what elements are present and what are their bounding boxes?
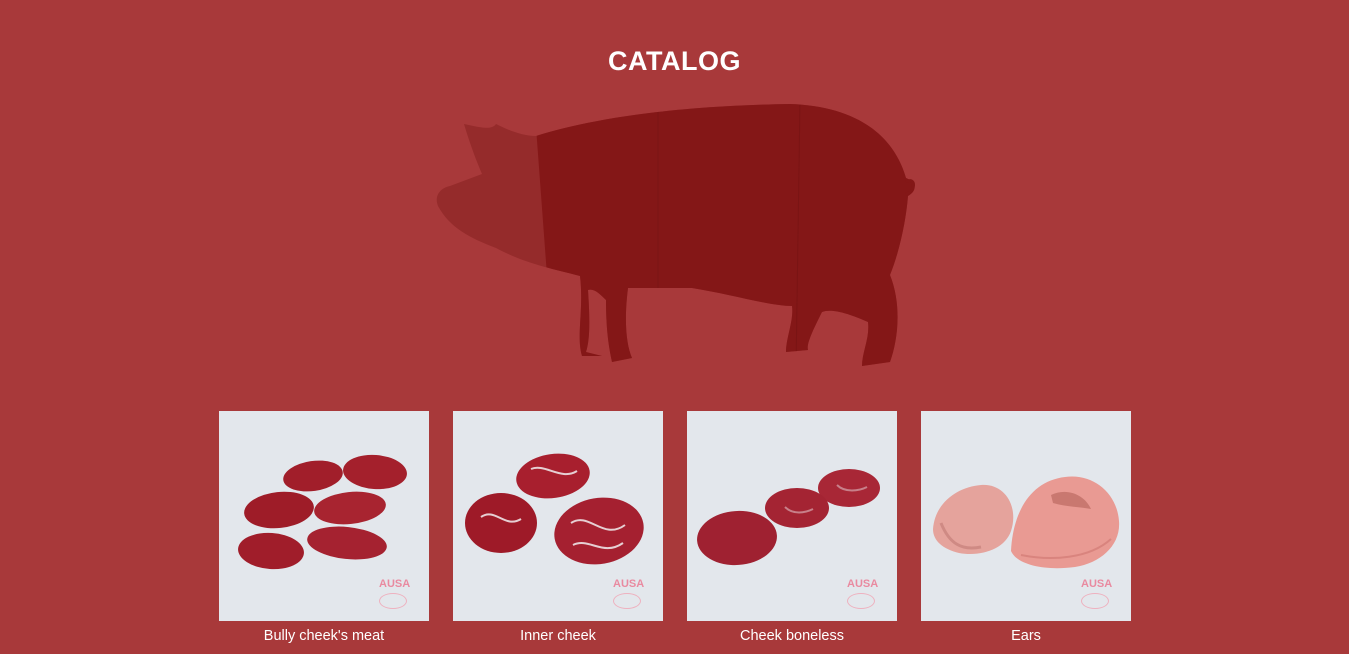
pig-cut-diagram bbox=[430, 100, 930, 370]
product-card-ears[interactable]: AUSA Ears bbox=[921, 411, 1131, 644]
brand-logo: AUSA bbox=[613, 577, 644, 613]
brand-logo: AUSA bbox=[847, 577, 878, 613]
pig-shoulder-cut[interactable] bbox=[534, 100, 658, 370]
product-name[interactable]: Cheek boneless bbox=[687, 628, 897, 644]
brand-logo: AUSA bbox=[1081, 577, 1112, 613]
inner-cheek-image[interactable]: AUSA bbox=[453, 411, 663, 621]
product-card-bully-cheek[interactable]: AUSA Bully cheek's meat bbox=[219, 411, 429, 644]
product-name[interactable]: Bully cheek's meat bbox=[219, 628, 429, 644]
ears-image[interactable]: AUSA bbox=[921, 411, 1131, 621]
page-title: CATALOG bbox=[608, 46, 741, 77]
product-grid: AUSA Bully cheek's meat AUSA Inner cheek bbox=[219, 411, 1131, 644]
pig-ham-cut[interactable] bbox=[796, 100, 930, 370]
product-name[interactable]: Ears bbox=[921, 628, 1131, 644]
product-name[interactable]: Inner cheek bbox=[453, 628, 663, 644]
cheek-boneless-image[interactable]: AUSA bbox=[687, 411, 897, 621]
brand-logo: AUSA bbox=[379, 577, 410, 613]
product-card-cheek-boneless[interactable]: AUSA Cheek boneless bbox=[687, 411, 897, 644]
cheek-meat-image[interactable]: AUSA bbox=[219, 411, 429, 621]
product-card-inner-cheek[interactable]: AUSA Inner cheek bbox=[453, 411, 663, 644]
pig-loin-cut[interactable] bbox=[658, 100, 800, 370]
pig-silhouette-icon bbox=[436, 100, 930, 370]
